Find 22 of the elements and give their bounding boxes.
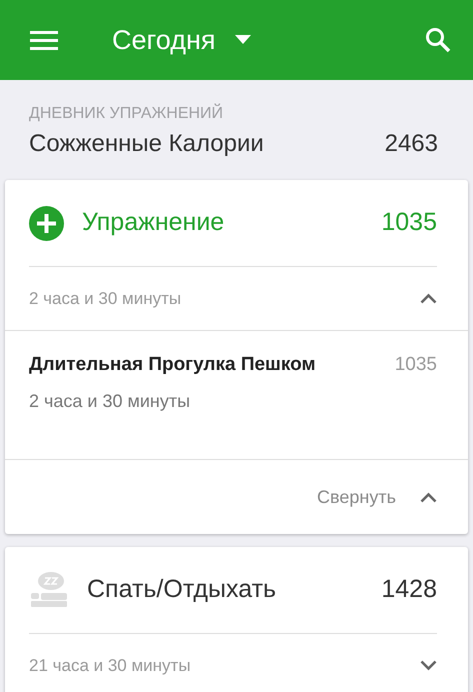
entry-name[interactable]: Длительная Прогулка Пешком (29, 351, 365, 379)
section-title: Сожженные Калории (29, 129, 264, 159)
date-dropdown[interactable]: Сегодня (112, 24, 252, 56)
plus-icon[interactable] (29, 206, 64, 240)
menu-icon[interactable] (30, 29, 58, 51)
card-title: Упражнение (82, 207, 226, 238)
total-calories: 2463 (384, 129, 438, 159)
expand-icon[interactable] (420, 660, 437, 671)
collapse-link[interactable]: Свернуть (317, 484, 396, 510)
search-icon[interactable] (425, 27, 451, 53)
collapse-icon[interactable] (420, 293, 437, 304)
duration-text: 21 часа и 30 минуты (29, 654, 191, 677)
caret-icon (235, 35, 252, 44)
sleep-icon (29, 571, 69, 609)
collapse-icon[interactable] (420, 492, 437, 502)
card-calories: 1428 (381, 574, 437, 606)
section-label: ДНЕВНИК УПРАЖНЕНИЙ (29, 102, 224, 124)
entry-duration: 2 часа и 30 минуты (29, 390, 192, 413)
card-title: Спать/Отдыхать (87, 574, 278, 606)
card-calories: 1035 (381, 207, 437, 238)
duration-text: 2 часа и 30 минуты (29, 288, 182, 310)
entry-calories: 1035 (394, 353, 437, 377)
